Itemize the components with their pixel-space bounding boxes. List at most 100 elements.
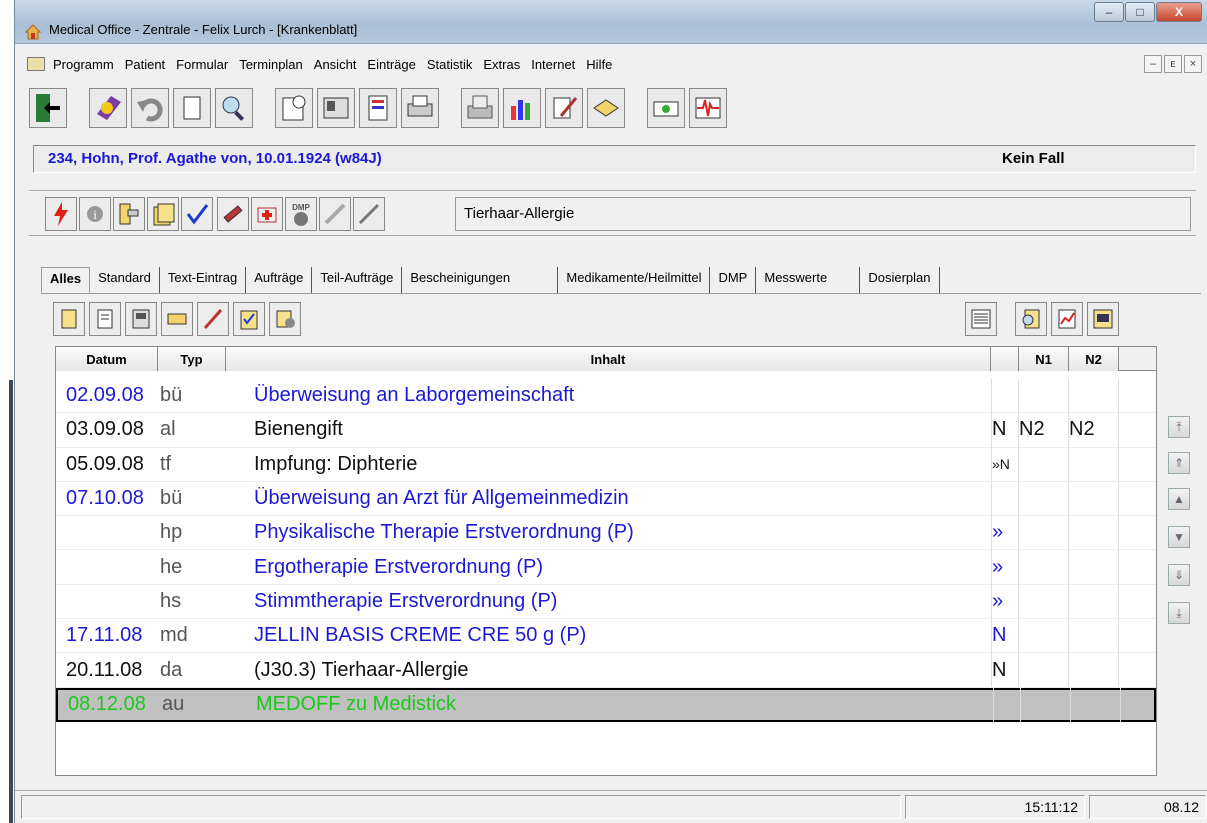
patient-card-icon[interactable] xyxy=(317,88,355,128)
syringe-small-icon[interactable] xyxy=(353,197,385,231)
tab-teil-auftraege[interactable]: Teil-Aufträge xyxy=(312,267,403,293)
mail-icon[interactable] xyxy=(587,88,625,128)
card-reader-icon[interactable] xyxy=(647,88,685,128)
menu-formular[interactable]: Formular xyxy=(176,57,228,72)
first-aid-icon[interactable] xyxy=(251,197,283,231)
tab-messwerte[interactable]: Messwerte xyxy=(756,267,861,293)
help-book-icon[interactable] xyxy=(89,88,127,128)
page-up-button[interactable]: ⇑ xyxy=(1168,452,1190,474)
cell-flag: » xyxy=(991,515,1019,550)
search-magnifier-icon[interactable] xyxy=(215,88,253,128)
table-row-selected[interactable]: 08.12.08 au MEDOFF zu Medistick xyxy=(56,687,1156,722)
new-entry-icon[interactable] xyxy=(53,302,85,336)
table-row[interactable]: hs Stimmtherapie Erstverordnung (P) » xyxy=(56,584,1156,620)
maximize-button[interactable]: □ xyxy=(1125,2,1155,22)
mdi-close-button[interactable]: × xyxy=(1184,55,1202,73)
statistics-chart-icon[interactable] xyxy=(503,88,541,128)
checkmark-icon[interactable] xyxy=(181,197,213,231)
column-header-n1[interactable]: N1 xyxy=(1019,347,1069,371)
menu-extras[interactable]: Extras xyxy=(483,57,520,72)
text-entry-icon[interactable] xyxy=(89,302,121,336)
lightning-icon[interactable] xyxy=(45,197,77,231)
document-icon[interactable] xyxy=(27,57,45,71)
new-page-icon[interactable] xyxy=(173,88,211,128)
last-entry-button[interactable]: ⤓ xyxy=(1168,602,1190,624)
menu-programm[interactable]: Programm xyxy=(53,57,114,72)
line-down-button[interactable]: ▼ xyxy=(1168,526,1190,548)
table-row[interactable]: 20.11.08 da (J30.3) Tierhaar-Allergie N xyxy=(56,653,1156,688)
table-row[interactable]: hp Physikalische Therapie Erstverordnung… xyxy=(56,515,1156,551)
column-header-typ[interactable]: Typ xyxy=(158,347,226,371)
list-view-icon[interactable] xyxy=(965,302,997,336)
entry-toolbar xyxy=(53,302,1173,338)
undo-icon[interactable] xyxy=(131,88,169,128)
table-row[interactable]: he Ergotherapie Erstverordnung (P) » xyxy=(56,550,1156,585)
document-list-icon[interactable] xyxy=(359,88,397,128)
table-row[interactable]: 17.11.08 md JELLIN BASIS CREME CRE 50 g … xyxy=(56,618,1156,654)
allergy-field[interactable]: Tierhaar-Allergie xyxy=(455,197,1191,231)
menu-statistik[interactable]: Statistik xyxy=(427,57,473,72)
tab-bescheinigungen[interactable]: Bescheinigungen xyxy=(402,267,559,293)
tab-dosierplan[interactable]: Dosierplan xyxy=(860,267,940,293)
table-row[interactable]: 07.10.08 bü Überweisung an Arzt für Allg… xyxy=(56,481,1156,517)
column-header-flag[interactable] xyxy=(991,347,1019,371)
cell-inhalt: Physikalische Therapie Erstverordnung (P… xyxy=(254,521,634,544)
tab-dmp[interactable]: DMP xyxy=(710,267,757,293)
exit-door-icon[interactable] xyxy=(29,88,67,128)
menu-terminplan[interactable]: Terminplan xyxy=(239,57,303,72)
injection-entry-icon[interactable] xyxy=(197,302,229,336)
table-row[interactable]: 02.09.08 bü Überweisung an Laborgemeinsc… xyxy=(56,378,1156,414)
status-message xyxy=(21,795,901,819)
menu-ansicht[interactable]: Ansicht xyxy=(314,57,357,72)
status-bar: 15:11:12 08.12 xyxy=(15,790,1207,823)
info-icon[interactable]: i xyxy=(79,197,111,231)
card-insert-icon[interactable] xyxy=(113,197,145,231)
tab-alles[interactable]: Alles xyxy=(41,267,91,293)
fax-printer-icon[interactable] xyxy=(461,88,499,128)
menu-hilfe[interactable]: Hilfe xyxy=(586,57,612,72)
cell-inhalt: Impfung: Diphterie xyxy=(254,452,418,475)
minimize-button[interactable]: – xyxy=(1094,2,1124,22)
cell-inhalt: Ergotherapie Erstverordnung (P) xyxy=(254,555,544,578)
calendar-clock-icon[interactable] xyxy=(275,88,313,128)
menu-internet[interactable]: Internet xyxy=(531,57,575,72)
chart-file-icon[interactable] xyxy=(1051,302,1083,336)
cell-flag xyxy=(991,378,1019,413)
column-header-datum[interactable]: Datum xyxy=(56,347,158,371)
edit-pen-icon[interactable] xyxy=(545,88,583,128)
injection-pen-icon[interactable] xyxy=(319,197,351,231)
mdi-restore-button[interactable]: ᴇ xyxy=(1164,55,1182,73)
medication-entry-icon[interactable] xyxy=(269,302,301,336)
dmp-icon[interactable]: DMP xyxy=(285,197,317,231)
patient-info[interactable]: 234, Hohn, Prof. Agathe von, 10.01.1924 … xyxy=(48,150,382,167)
menu-patient[interactable]: Patient xyxy=(125,57,165,72)
tab-text-eintrag[interactable]: Text-Eintrag xyxy=(160,267,247,293)
folders-icon[interactable] xyxy=(147,197,179,231)
card-entry-icon[interactable] xyxy=(161,302,193,336)
cell-inhalt: MEDOFF zu Medistick xyxy=(256,693,457,716)
cell-n2 xyxy=(1071,687,1121,722)
close-button[interactable]: X xyxy=(1156,2,1202,22)
form-entry-icon[interactable] xyxy=(125,302,157,336)
cell-flag: N xyxy=(991,412,1019,447)
table-row[interactable]: 05.09.08 tf Impfung: Diphterie »N xyxy=(56,447,1156,482)
cell-n1 xyxy=(1019,378,1069,413)
checklist-entry-icon[interactable] xyxy=(233,302,265,336)
tab-medikamente[interactable]: Medikamente/Heilmittel xyxy=(558,267,711,293)
page-down-button[interactable]: ⇓ xyxy=(1168,564,1190,586)
tab-standard[interactable]: Standard xyxy=(90,267,160,293)
table-row[interactable]: 03.09.08 al Bienengift N N2 N2 xyxy=(56,412,1156,448)
mdi-minimize-button[interactable]: – xyxy=(1144,55,1162,73)
printer-icon[interactable] xyxy=(401,88,439,128)
menu-eintraege[interactable]: Einträge xyxy=(367,57,415,72)
search-file-icon[interactable] xyxy=(1015,302,1047,336)
tab-auftraege[interactable]: Aufträge xyxy=(246,267,313,293)
column-header-inhalt[interactable]: Inhalt xyxy=(226,347,991,371)
first-entry-button[interactable]: ⤒ xyxy=(1168,416,1190,438)
cell-n2 xyxy=(1069,653,1119,688)
card-file-icon[interactable] xyxy=(1087,302,1119,336)
ecg-icon[interactable] xyxy=(689,88,727,128)
syringe-icon[interactable] xyxy=(217,197,249,231)
column-header-n2[interactable]: N2 xyxy=(1069,347,1119,371)
line-up-button[interactable]: ▲ xyxy=(1168,488,1190,510)
